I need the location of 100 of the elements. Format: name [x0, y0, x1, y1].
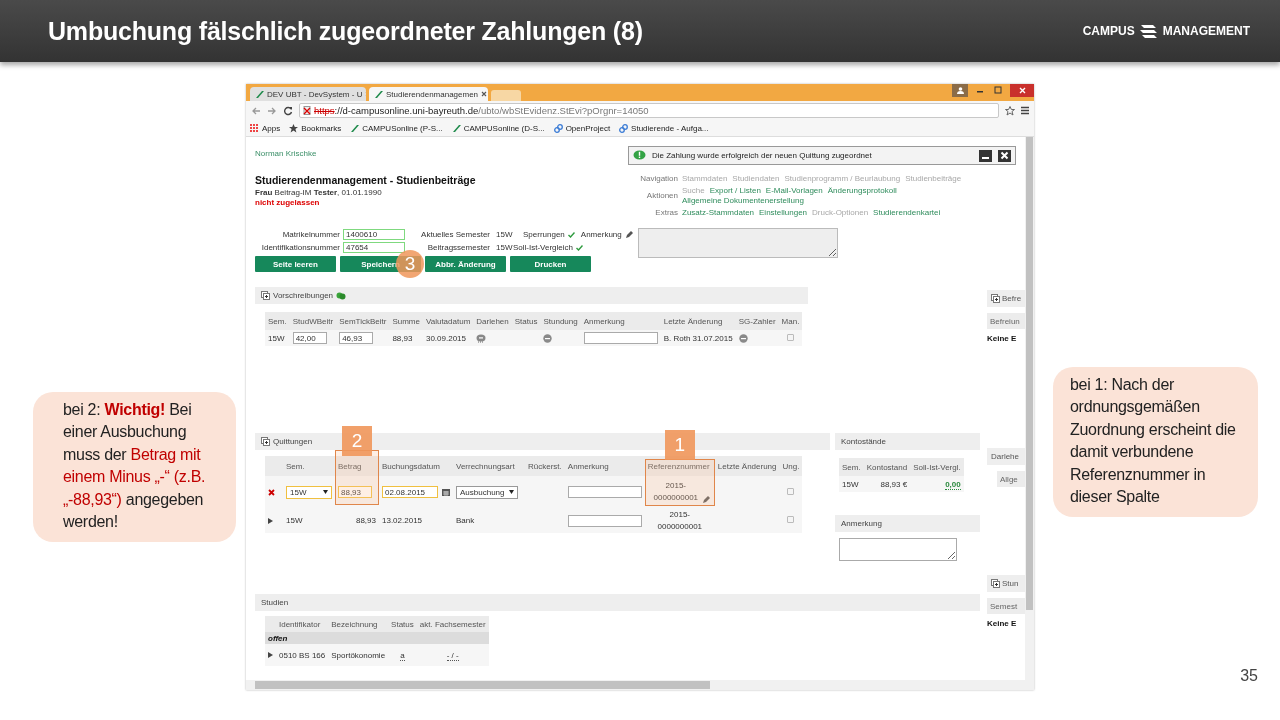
pencil-icon[interactable]: [624, 230, 633, 239]
flag-label: Anmerkung: [580, 230, 622, 239]
input-field[interactable]: 42,00: [292, 332, 327, 344]
input-field[interactable]: 47654: [343, 242, 405, 253]
forward-arrow-icon[interactable]: [267, 105, 277, 116]
expand-plus-icon[interactable]: [261, 437, 270, 446]
close-window-button[interactable]: [1010, 84, 1034, 97]
browser-tab[interactable]: Studierendenmanagemen: [369, 87, 488, 101]
bookmark-item[interactable]: OpenProject: [553, 123, 611, 133]
checkbox[interactable]: [787, 516, 795, 523]
column-header: Ung.: [779, 456, 803, 476]
column-header: Betrag: [335, 456, 379, 476]
close-button[interactable]: [998, 149, 1011, 162]
column-header: Man.: [778, 312, 803, 330]
date-field[interactable]: 02.08.2015: [382, 486, 438, 498]
action-button[interactable]: Seite leeren: [255, 256, 336, 272]
section-title: Darlehe: [991, 452, 1019, 461]
checkbox[interactable]: [786, 333, 794, 341]
column-header: Soll-Ist-Vergl.: [910, 458, 964, 476]
user-name: Norman Krischke: [255, 149, 318, 158]
nav-link[interactable]: Export / Listen: [709, 186, 761, 195]
action-button[interactable]: Abbr. Änderung: [425, 256, 506, 272]
column-header: StudWBeitr: [289, 312, 337, 330]
input-field[interactable]: [583, 332, 658, 344]
input-field[interactable]: [567, 486, 642, 498]
scrollbar-thumb[interactable]: [1026, 137, 1033, 610]
expand-arrow-icon[interactable]: [268, 652, 273, 658]
nav-label: Aktionen: [645, 191, 678, 200]
maximize-icon[interactable]: [992, 84, 1004, 96]
table-cell: a: [400, 650, 405, 661]
bookmark-item[interactable]: CAMPUSonline (D-S...: [451, 123, 545, 133]
nav-link[interactable]: Allgemeine Dokumentenerstellung: [682, 196, 804, 205]
input-field[interactable]: 1400610: [343, 229, 405, 240]
bookmark-item[interactable]: CAMPUSonline (P-S...: [350, 123, 443, 133]
address-field[interactable]: https://d-campusonline.uni-bayreuth.de/ubto/wbStEvidenz.StEvi?pOrgnr=14050: [299, 103, 999, 118]
nav-link[interactable]: Zusatz-Stammdaten: [682, 208, 755, 217]
sync-icon[interactable]: [336, 291, 347, 300]
vertical-scrollbar[interactable]: [1025, 137, 1034, 680]
nav-label: Extras: [654, 208, 678, 217]
column-header: Verrechnungsart: [453, 456, 525, 476]
column-header: Letzte Änderung: [714, 456, 780, 476]
table-cell: 15W: [842, 479, 859, 489]
menu-icon[interactable]: [1021, 106, 1029, 115]
expand-plus-icon[interactable]: [261, 291, 270, 300]
table-cell: - / -: [446, 650, 459, 661]
column-header: Befreiun: [987, 313, 1025, 329]
field-label: Aktuelles Semester: [420, 230, 491, 239]
select-dropdown[interactable]: 15W: [286, 485, 332, 499]
table-cell: 0510 BS 166: [279, 650, 326, 660]
expand-plus-icon[interactable]: [991, 579, 1000, 588]
table-cell: 15W: [268, 333, 285, 343]
minimize-button[interactable]: [979, 149, 992, 162]
horizontal-scrollbar[interactable]: [246, 680, 1034, 690]
pencil-icon[interactable]: [701, 496, 710, 504]
reload-icon[interactable]: [283, 105, 293, 116]
input-field[interactable]: [567, 514, 642, 527]
nav-link[interactable]: Änderungsprotokoll: [827, 186, 897, 195]
nav-link[interactable]: E-Mail-Vorlagen: [765, 186, 823, 195]
bookmark-item[interactable]: Studierende - Aufga...: [619, 123, 709, 133]
close-tab-icon[interactable]: [481, 91, 488, 97]
browser-tab[interactable]: DEV UBT - DevSystem - U: [250, 87, 366, 101]
column-header: Darlehen: [473, 312, 512, 330]
flag-label: Soll-Ist-Vergleich: [513, 243, 574, 252]
field-label: Identifikationsnummer: [260, 243, 341, 252]
callout-note: bei 2: Wichtig! Bei einer Ausbuchung muss der Betrag mit einem Minus „-“ (z.B. „-88,93“) angegeben werden!: [33, 392, 236, 543]
column-header: SemTickBeitr: [336, 312, 390, 330]
checkbox[interactable]: [787, 487, 795, 495]
input-field[interactable]: 46,93: [339, 332, 374, 344]
close-icon: [1018, 87, 1026, 94]
apps-grid-icon: [250, 123, 259, 133]
select-dropdown[interactable]: Ausbuchung: [456, 485, 518, 499]
calendar-icon[interactable]: [442, 488, 450, 496]
expand-arrow-icon[interactable]: [268, 517, 273, 524]
star-outline-icon[interactable]: [1005, 105, 1015, 116]
header-background: [265, 616, 276, 632]
status-text: nicht zugelassen: [255, 198, 321, 207]
group-header: offen: [265, 632, 489, 644]
scrollbar-thumb[interactable]: [255, 681, 710, 689]
profile-button[interactable]: [952, 84, 968, 97]
flag-label: Sperrungen: [523, 230, 565, 239]
field-label: Matrikelnummer: [281, 230, 341, 239]
section-title: Studien: [261, 598, 289, 607]
back-arrow-icon[interactable]: [251, 105, 261, 116]
table-cell-text: 2015-0000000001: [652, 480, 700, 504]
column-header: Summe: [389, 312, 423, 330]
delete-icon[interactable]: [268, 488, 275, 496]
input-field[interactable]: 88,93: [338, 486, 372, 498]
nav-link[interactable]: Studierendenkartei: [873, 208, 941, 217]
favicon-icon: [350, 123, 360, 133]
action-button[interactable]: Drucken: [510, 256, 591, 272]
logo-icon: [1138, 24, 1159, 38]
bookmark-item[interactable]: Apps: [250, 123, 281, 133]
nav-link[interactable]: Einstellungen: [759, 208, 808, 217]
section-title: Quittungen: [273, 437, 313, 446]
table-cell: 88,93: [355, 516, 376, 525]
column-header: Status: [511, 312, 541, 330]
bookmark-item[interactable]: Bookmarks: [289, 123, 342, 133]
expand-plus-icon[interactable]: [991, 294, 1000, 303]
person-line: Frau Beitrag-IM Tester, 01.01.1990: [255, 188, 383, 197]
step-marker: 2: [342, 426, 372, 456]
